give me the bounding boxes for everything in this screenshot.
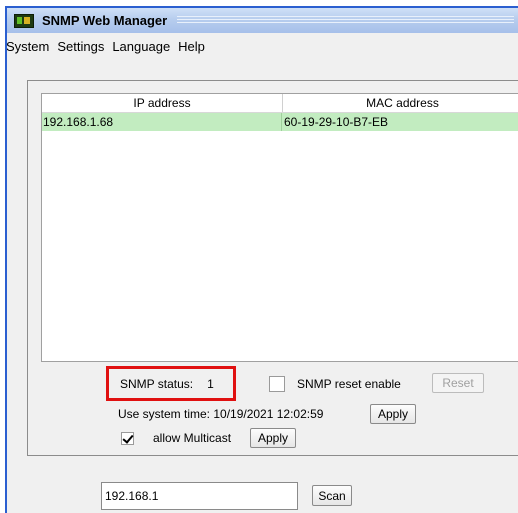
cell-mac: 60-19-29-10-B7-EB xyxy=(284,115,389,129)
snmp-status-highlight: SNMP status: 1 xyxy=(106,366,236,401)
device-table: IP address MAC address 192.168.1.68 60-1… xyxy=(41,93,518,362)
menu-system[interactable]: System xyxy=(7,39,53,54)
multicast-checkbox[interactable] xyxy=(121,432,134,445)
column-header-mac[interactable]: MAC address xyxy=(283,94,518,112)
multicast-apply-button[interactable]: Apply xyxy=(250,428,296,448)
menu-language[interactable]: Language xyxy=(108,39,174,54)
menu-bar: System Settings Language Help xyxy=(7,33,518,59)
cell-ip: 192.168.1.68 xyxy=(42,113,282,131)
window-title: SNMP Web Manager xyxy=(42,13,168,28)
table-header: IP address MAC address xyxy=(42,94,518,113)
reset-button[interactable]: Reset xyxy=(432,373,484,393)
snmp-reset-checkbox[interactable] xyxy=(269,376,285,392)
scan-ip-input[interactable] xyxy=(101,482,298,510)
title-bar[interactable]: SNMP Web Manager xyxy=(7,8,518,33)
menu-help[interactable]: Help xyxy=(174,39,209,54)
multicast-label: allow Multicast xyxy=(153,431,232,445)
title-bar-grip xyxy=(177,16,514,25)
table-row[interactable]: 192.168.1.68 60-19-29-10-B7-EB xyxy=(42,113,518,131)
system-time-label: Use system time: 10/19/2021 12:02:59 xyxy=(118,407,324,421)
device-panel: IP address MAC address 192.168.1.68 60-1… xyxy=(27,80,518,456)
app-icon xyxy=(14,13,34,28)
snmp-reset-label: SNMP reset enable xyxy=(297,377,401,391)
snmp-status-label: SNMP status: xyxy=(120,376,194,391)
menu-settings[interactable]: Settings xyxy=(53,39,108,54)
column-header-ip[interactable]: IP address xyxy=(42,94,283,112)
snmp-status-value: 1 xyxy=(207,376,214,391)
system-time-apply-button[interactable]: Apply xyxy=(370,404,416,424)
scan-button[interactable]: Scan xyxy=(312,485,352,506)
